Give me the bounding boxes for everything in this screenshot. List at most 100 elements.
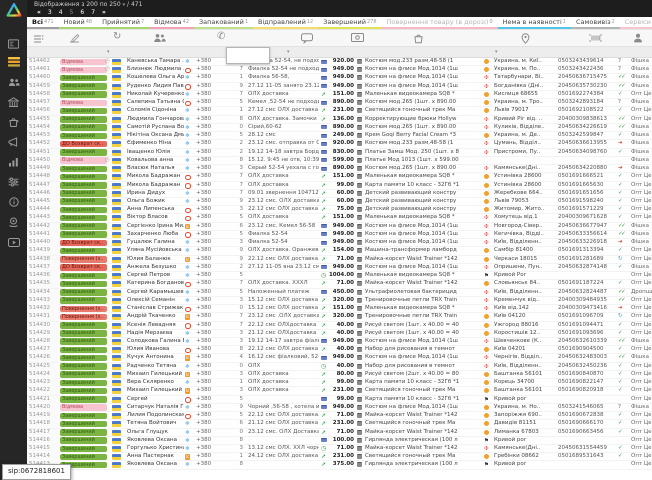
tab-Всі[interactable]: Всі471 <box>27 17 59 29</box>
client-phone[interactable]: +380 <box>196 58 225 66</box>
order-row[interactable]: 514434ЗавершенийСергей Карамышев❄+3805На… <box>27 289 652 297</box>
shopping-bag-icon[interactable] <box>0 112 27 128</box>
client-phone[interactable]: +380 <box>196 214 225 222</box>
order-id-column-icon[interactable] <box>33 33 44 47</box>
order-row[interactable]: 514453ЗавершенийНікітіна Оксана Дми..❄+3… <box>27 132 652 140</box>
order-row[interactable]: 514462Відмова◷Каневська Тамара ..❄+3801Л… <box>27 58 652 66</box>
order-row[interactable]: 514440ДО Возврат ск..Гуцалюк Галина❄+380… <box>27 239 652 247</box>
tracking-column-icon[interactable] <box>589 33 602 46</box>
clients-icon[interactable] <box>0 72 27 88</box>
order-row[interactable]: 514432Повернення (з..Станіслав Стрижак+3… <box>27 305 652 313</box>
order-row[interactable]: 514452ДО Возврат ск..Єфименко Ніна❄+3802… <box>27 140 652 148</box>
order-row[interactable]: 514458ЗавершенийНиколай Кучеренко❄+3807О… <box>27 91 652 99</box>
order-row[interactable]: 514438Повернення (з..Юлия Баланюкlc+3809… <box>27 256 652 264</box>
order-row[interactable]: 514437ДО Возврат ск..Анжела Безушко❄+380… <box>27 264 652 272</box>
phone-column-icon[interactable]: ✆ <box>217 32 225 42</box>
client-phone[interactable]: +380 <box>196 124 225 132</box>
order-row[interactable]: 514430ЗавершенийКсенія Левадняя+380722.1… <box>27 322 652 330</box>
client-phone[interactable]: +380 <box>196 330 225 338</box>
order-row[interactable]: 514429ЗавершенийНадія Мерзаєва❄+380321.1… <box>27 330 652 338</box>
comment-filter-caret-icon[interactable]: ▾ <box>287 49 290 55</box>
order-row[interactable]: 514460ЗавершенийКошелева Ольга Ар..❄+380… <box>27 74 652 82</box>
client-phone[interactable]: +380 <box>196 149 225 157</box>
order-row[interactable]: 514428ЗавершенийСолодкова Галина В..❄+38… <box>27 338 652 346</box>
order-row[interactable]: 514448ЗавершенийМикола Бадражан+3807ОЛХ … <box>27 173 652 181</box>
order-row[interactable]: 514436ЗавершенийСергей Петров❄+3805◷1004… <box>27 272 652 280</box>
client-phone[interactable]: +380 <box>196 66 225 74</box>
order-row[interactable]: 514435ЗавершенийКатерина Богданова+3807О… <box>27 280 652 288</box>
analytics-icon[interactable] <box>0 152 27 168</box>
page-button[interactable]: 3 <box>48 9 52 17</box>
client-phone[interactable]: +380 <box>196 206 225 214</box>
order-row[interactable]: 514439ЗавершенийУляна Мусійовська❄+3809О… <box>27 247 652 255</box>
client-phone[interactable]: +380 <box>196 338 225 346</box>
client-phone[interactable]: +380 <box>196 387 225 395</box>
order-row[interactable]: 514427ЗавершенийЮлия Иванова+380822.12 с… <box>27 346 652 354</box>
client-phone[interactable]: +380 <box>196 420 225 428</box>
client-phone[interactable]: +380 <box>196 313 225 321</box>
order-row[interactable]: 514454ЗавершенийСамотій Руслана Во..❄+38… <box>27 124 652 132</box>
order-row[interactable]: 514431Повернення (з..Андрій Ткаченкоlc+3… <box>27 313 652 321</box>
client-phone[interactable]: +380 <box>196 404 225 412</box>
client-phone[interactable]: +380 <box>196 182 225 190</box>
order-row[interactable]: 514420ВідмоваСитарчук Наталія Гр..❄+3809… <box>27 404 652 412</box>
tab-Нема в наявності[interactable]: Нема в наявності1 <box>498 17 571 29</box>
order-row[interactable]: 514450Відмова◷Ковальова анна❄+380815.12.… <box>27 157 652 165</box>
order-row[interactable]: 514415ЗавершенийГоргулько Христина..❄+38… <box>27 445 652 453</box>
client-phone[interactable]: +380 <box>196 346 225 354</box>
last-page-button[interactable]: » <box>102 9 106 17</box>
comment-column-icon[interactable] <box>301 33 313 47</box>
order-row[interactable]: 514447ЗавершенийМикола Бадражан+3807ОЛХ … <box>27 182 652 190</box>
product-column-icon[interactable] <box>413 33 424 47</box>
client-phone[interactable]: +380 <box>196 322 225 330</box>
page-size-caret-icon[interactable]: ▾ <box>123 2 126 8</box>
tab-Запакований[interactable]: Запакований1 <box>194 17 253 29</box>
client-phone[interactable]: +380 <box>196 198 225 206</box>
order-row[interactable]: 514423ЗавершенийВера Скляренко❄+3801ОЛХ … <box>27 379 652 387</box>
client-phone[interactable]: +380 <box>196 453 225 461</box>
address-column-icon[interactable] <box>521 33 530 47</box>
order-row[interactable]: 514455ЗавершенийЛюдмила Гончарова❄+3808О… <box>27 116 652 124</box>
client-phone[interactable]: +380 <box>196 74 225 82</box>
tab-Прийнятий[interactable]: Прийнятий7 <box>97 17 149 29</box>
order-row[interactable]: 514416ЗавершенийЯковлева Оксана❄+3808100… <box>27 437 652 445</box>
client-phone[interactable]: +380 <box>196 371 225 379</box>
client-phone[interactable]: +380 <box>196 429 225 437</box>
client-phone[interactable]: +380 <box>196 239 225 247</box>
client-phone[interactable]: +380 <box>196 272 225 280</box>
client-phone[interactable]: +380 <box>196 412 225 420</box>
client-phone[interactable]: +380 <box>196 157 225 165</box>
order-row[interactable]: 514444ЗавершенийАнна Липенська+380322.12… <box>27 206 652 214</box>
client-phone[interactable]: +380 <box>196 91 225 99</box>
client-phone[interactable]: +380 <box>196 99 225 107</box>
client-phone[interactable]: +380 <box>196 107 225 115</box>
order-row[interactable]: 514459ЗавершенийРуденко Лидия Пав..+3809… <box>27 83 652 91</box>
client-phone[interactable]: +380 <box>196 461 225 469</box>
order-row[interactable]: 514418ЗавершенийТетяна Войтович❄+380621.… <box>27 420 652 428</box>
order-row[interactable]: 514442ЗавершенийСергієнко Ірина Ми..lc+3… <box>27 223 652 231</box>
tab-Завершений[interactable]: Завершений278 <box>318 17 381 29</box>
client-phone[interactable]: +380 <box>196 363 225 371</box>
order-row[interactable]: 514414ЗавершенийАнна Пастернакlc+380124.… <box>27 453 652 461</box>
tab-Новий[interactable]: Новий48 <box>59 17 98 29</box>
client-phone[interactable]: +380 <box>196 289 225 297</box>
settings-sliders-icon[interactable] <box>0 172 27 188</box>
order-row[interactable]: 514426ЗавершенийКучук Антонинаlc+380416.… <box>27 354 652 362</box>
tab-Відправлений[interactable]: Відправлений12 <box>253 17 318 29</box>
payment-column-icon[interactable] <box>351 33 364 45</box>
order-row[interactable]: 514449ЗавершенийВласюк Наталья❄+3803Серы… <box>27 165 652 173</box>
client-phone[interactable]: +380 <box>196 305 225 313</box>
info-icon[interactable] <box>0 192 27 208</box>
support-hand-icon[interactable] <box>0 212 27 228</box>
orders-list-icon[interactable] <box>0 52 27 68</box>
client-phone[interactable]: +380 <box>196 173 225 181</box>
client-phone[interactable]: +380 <box>196 116 225 124</box>
client-phone[interactable]: +380 <box>196 140 225 148</box>
tab-Відмова[interactable]: Відмова42 <box>149 17 194 29</box>
status-column-icon[interactable] <box>69 33 80 47</box>
order-row[interactable]: 514457ВідмоваСалепина Татьяна С..+3805Ке… <box>27 99 652 107</box>
client-phone[interactable]: +380 <box>196 231 225 239</box>
order-row[interactable]: 514425ЗавершенийРадченко Тетяна❄+3800ОЛХ… <box>27 363 652 371</box>
company-icon[interactable] <box>0 92 27 108</box>
client-phone[interactable]: +380 <box>196 264 225 272</box>
